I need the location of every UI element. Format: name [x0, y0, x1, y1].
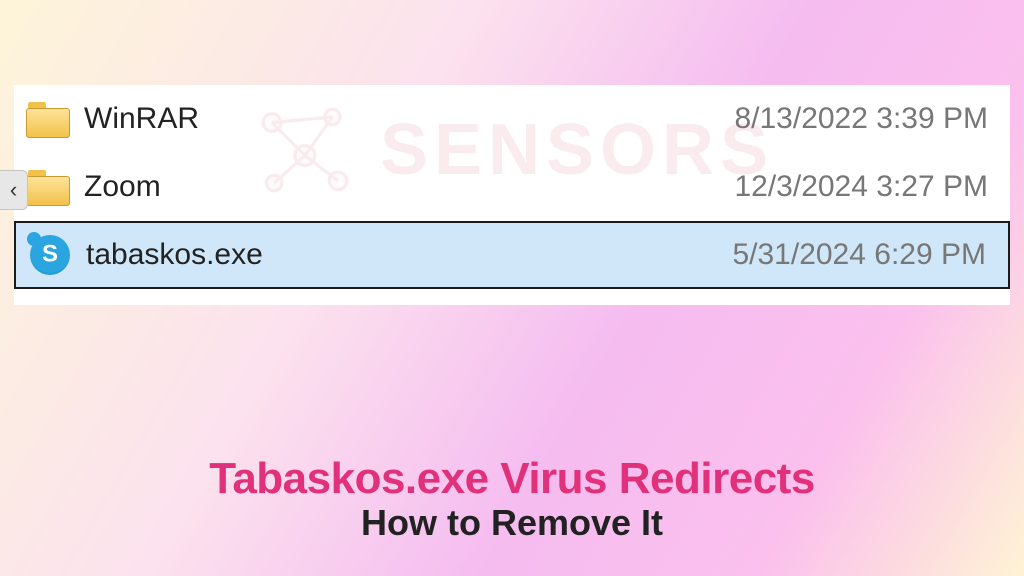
file-date: 12/3/2024 3:27 PM — [734, 170, 988, 204]
file-list-panel: WinRAR 8/13/2022 3:39 PM Zoom 12/3/2024 … — [14, 85, 1010, 305]
row-left: S tabaskos.exe — [28, 233, 263, 277]
skype-icon: S — [28, 233, 72, 277]
file-name: tabaskos.exe — [86, 238, 263, 272]
file-row-winrar[interactable]: WinRAR 8/13/2022 3:39 PM — [14, 85, 1010, 153]
file-name: Zoom — [84, 170, 161, 204]
folder-icon — [26, 168, 70, 206]
file-date: 8/13/2022 3:39 PM — [734, 102, 988, 136]
folder-icon — [26, 100, 70, 138]
row-left: WinRAR — [26, 100, 199, 138]
file-name: WinRAR — [84, 102, 199, 136]
file-date: 5/31/2024 6:29 PM — [732, 238, 986, 272]
caption-subtitle: How to Remove It — [0, 502, 1024, 544]
back-nav-button[interactable]: ‹ — [0, 170, 28, 210]
file-row-tabaskos[interactable]: S tabaskos.exe 5/31/2024 6:29 PM — [14, 221, 1010, 289]
chevron-left-icon: ‹ — [10, 177, 17, 203]
caption-block: Tabaskos.exe Virus Redirects How to Remo… — [0, 454, 1024, 544]
caption-title: Tabaskos.exe Virus Redirects — [0, 454, 1024, 504]
row-left: Zoom — [26, 168, 161, 206]
file-row-zoom[interactable]: Zoom 12/3/2024 3:27 PM — [14, 153, 1010, 221]
